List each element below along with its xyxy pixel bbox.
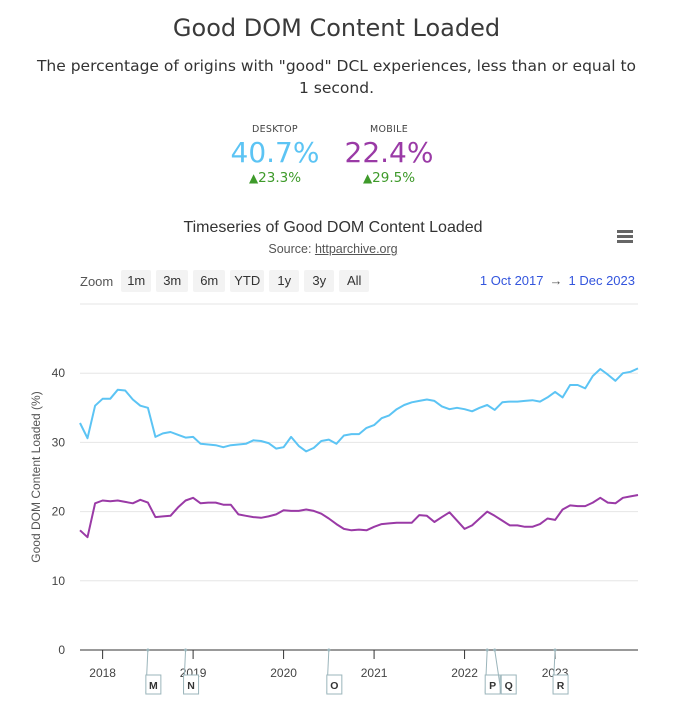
annotation-flag-label: Q — [505, 680, 513, 692]
y-tick-label: 0 — [58, 643, 65, 657]
series-line-mobile[interactable] — [79, 494, 639, 539]
chart-plot: 0 10 20 30 40 Good DOM Content Loaded (%) 20… — [29, 303, 639, 695]
y-tick-label: 40 — [52, 366, 66, 380]
x-tick-label: 2022 — [451, 666, 478, 680]
series-line-desktop[interactable] — [79, 367, 639, 453]
x-tick-label: 2018 — [89, 666, 116, 680]
annotation-flag-label: P — [489, 680, 496, 692]
annotation-flag-label: N — [187, 680, 195, 692]
annotation-flags: M N O PQ R — [145, 648, 569, 695]
annotation-flag-label: O — [330, 680, 338, 692]
x-tick-label: 2021 — [361, 666, 388, 680]
y-tick-labels: 0 10 20 30 40 — [52, 366, 66, 657]
x-tick-label: 2020 — [270, 666, 297, 680]
y-tick-label: 30 — [52, 435, 66, 449]
y-tick-label: 10 — [52, 574, 66, 588]
y-axis-title: Good DOM Content Loaded (%) — [29, 391, 43, 562]
gridlines — [80, 303, 638, 582]
annotation-flag-label: R — [557, 680, 565, 692]
annotation-flag-o[interactable]: O — [326, 648, 343, 695]
annotation-flag-m[interactable]: M — [145, 648, 162, 695]
y-tick-label: 20 — [52, 505, 66, 519]
annotation-flag-label: M — [149, 680, 158, 692]
